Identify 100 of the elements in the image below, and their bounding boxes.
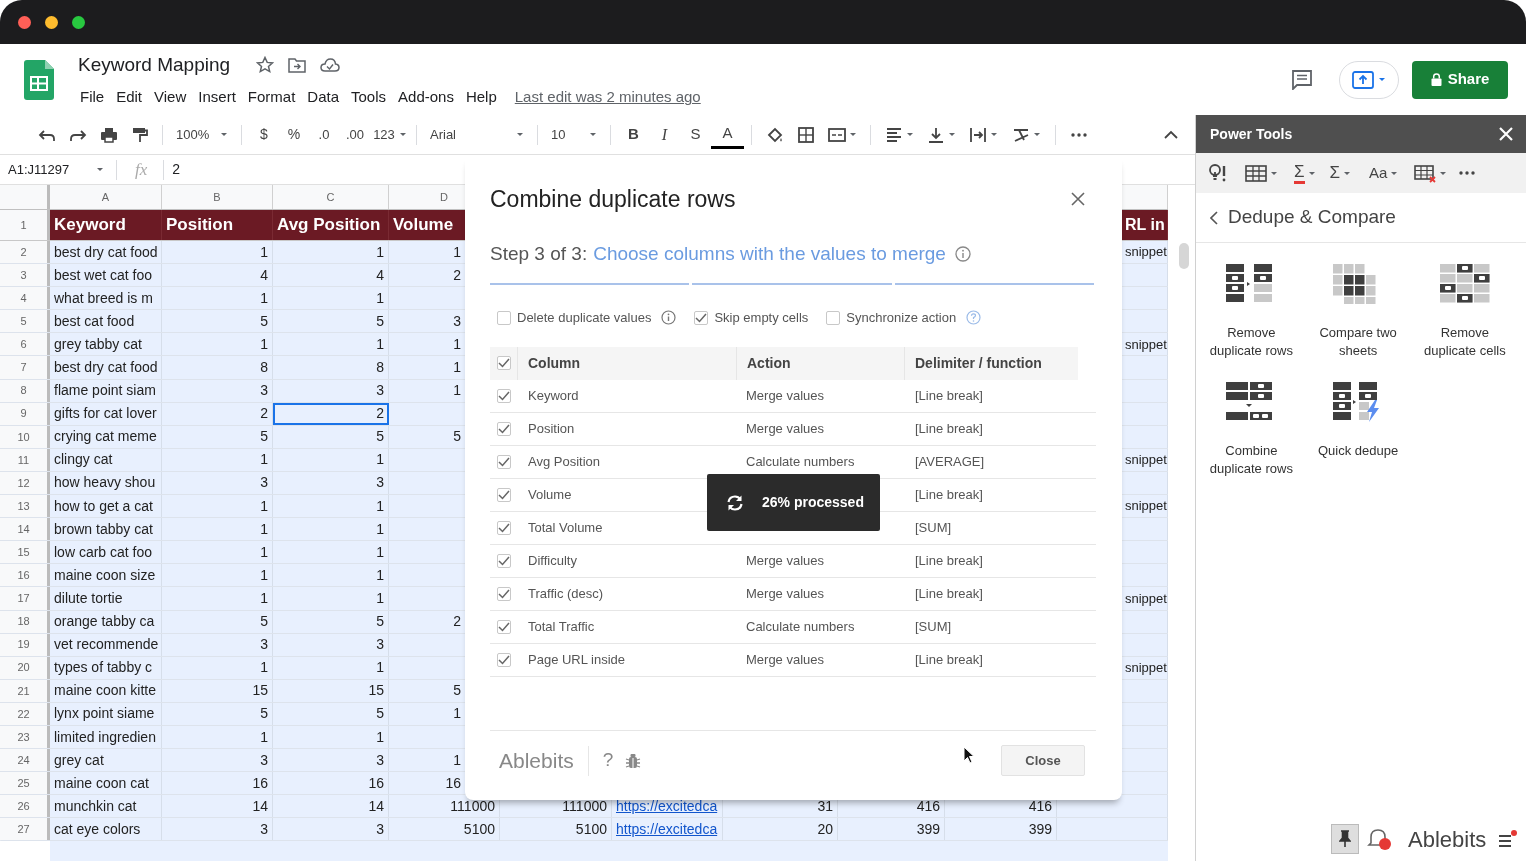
last-edit-link[interactable]: Last edit was 2 minutes ago: [514, 86, 701, 109]
comments-icon[interactable]: [1291, 69, 1313, 90]
strikethrough-button[interactable]: S: [680, 120, 711, 149]
tool-button[interactable]: Quick dedupe: [1304, 382, 1412, 478]
row-header[interactable]: 19: [0, 633, 50, 656]
tool-button[interactable]: Combine duplicate rows: [1198, 382, 1305, 478]
sheets-logo-icon[interactable]: [24, 59, 54, 100]
row-header[interactable]: 20: [0, 656, 50, 679]
menu-item[interactable]: Add-ons: [392, 86, 460, 109]
row-header[interactable]: 1: [0, 210, 50, 240]
checkbox[interactable]: [497, 520, 511, 535]
row-header[interactable]: 27: [0, 818, 50, 841]
window-button[interactable]: [72, 15, 85, 29]
row-header[interactable]: 24: [0, 749, 50, 772]
row-header[interactable]: 8: [0, 379, 50, 402]
row-header[interactable]: 4: [0, 287, 50, 310]
notification-icon[interactable]: [1367, 827, 1393, 851]
menu-button[interactable]: [1498, 829, 1519, 849]
row-header[interactable]: 23: [0, 725, 50, 749]
number-format-select[interactable]: 123: [371, 120, 409, 149]
text-color-button[interactable]: A: [711, 120, 744, 149]
close-button[interactable]: Close: [1001, 745, 1085, 776]
checkbox[interactable]: [497, 310, 511, 325]
increase-decimals-button[interactable]: .00: [339, 120, 371, 149]
row-header[interactable]: 17: [0, 587, 50, 610]
help-button[interactable]: ?: [602, 746, 614, 775]
row-header[interactable]: 26: [0, 795, 50, 818]
row-header[interactable]: 6: [0, 333, 50, 356]
row-header[interactable]: 7: [0, 356, 50, 379]
cells-icon: [1439, 264, 1490, 304]
share-button[interactable]: Share: [1412, 60, 1508, 99]
checkbox[interactable]: [497, 586, 511, 601]
menu-item[interactable]: View: [148, 86, 193, 109]
tool-button[interactable]: Compare two sheets: [1304, 264, 1412, 360]
text-tools-button[interactable]: Aa: [1364, 158, 1404, 188]
row-header[interactable]: 5: [0, 310, 50, 333]
checkbox[interactable]: [497, 652, 511, 667]
menu-item[interactable]: Format: [241, 86, 302, 109]
name-box[interactable]: A1:J11297: [0, 156, 110, 183]
formulas-button[interactable]: Σ: [1324, 158, 1357, 188]
row-header[interactable]: 22: [0, 702, 50, 725]
decrease-decimals-button[interactable]: .0: [309, 120, 339, 149]
window-button[interactable]: [45, 15, 58, 29]
column-header[interactable]: Delimiter / function: [915, 352, 1042, 374]
menu-item[interactable]: Data: [301, 86, 345, 109]
menu-item[interactable]: File: [74, 86, 111, 109]
column-header[interactable]: C: [273, 185, 389, 209]
zoom-select[interactable]: 100%: [170, 120, 234, 149]
checkbox[interactable]: [497, 619, 511, 634]
formula-input[interactable]: 2: [172, 159, 181, 180]
checkbox[interactable]: [497, 454, 511, 469]
column-header[interactable]: B: [162, 185, 273, 209]
font-select[interactable]: Arial: [424, 120, 530, 149]
row-header[interactable]: 15: [0, 541, 50, 564]
menu-item[interactable]: Help: [459, 86, 503, 109]
row-header[interactable]: 18: [0, 610, 50, 633]
link[interactable]: https://excitedca: [616, 795, 718, 817]
checkbox[interactable]: [694, 310, 709, 325]
table-cell-text: best cat food: [54, 311, 135, 331]
pin-button[interactable]: [1331, 824, 1359, 854]
select-all-checkbox[interactable]: [496, 356, 511, 370]
back-button[interactable]: [1210, 209, 1220, 226]
row-header[interactable]: 3: [0, 264, 50, 287]
column-header[interactable]: Column: [528, 352, 581, 374]
row-header[interactable]: 12: [0, 471, 50, 495]
bold-button[interactable]: B: [618, 120, 649, 149]
star-icon[interactable]: [256, 56, 275, 74]
font-size-select[interactable]: 10: [545, 120, 603, 149]
window-button[interactable]: [18, 15, 31, 29]
sum-button[interactable]: Σ: [1289, 158, 1321, 188]
row-header[interactable]: 10: [0, 425, 50, 448]
menu-item[interactable]: Edit: [110, 86, 149, 109]
italic-button[interactable]: I: [649, 120, 680, 149]
row-header[interactable]: 11: [0, 448, 50, 471]
currency-button[interactable]: $: [249, 120, 279, 149]
checkbox[interactable]: [497, 553, 511, 568]
menu-item[interactable]: Tools: [345, 86, 393, 109]
percent-button[interactable]: %: [279, 120, 309, 149]
row-header[interactable]: 14: [0, 518, 50, 541]
row-header[interactable]: 9: [0, 402, 50, 425]
row-header[interactable]: 25: [0, 772, 50, 795]
row-header[interactable]: 21: [0, 679, 50, 702]
checkbox[interactable]: [497, 421, 511, 436]
column-header[interactable]: A: [50, 185, 162, 209]
row-header[interactable]: 13: [0, 495, 50, 518]
checkbox[interactable]: [497, 388, 511, 403]
row-header[interactable]: 2: [0, 241, 50, 264]
folder-icon[interactable]: [288, 57, 307, 73]
row-header[interactable]: 16: [0, 564, 50, 587]
link[interactable]: https://excitedca: [616, 818, 718, 840]
tool-button[interactable]: Remove duplicate cells: [1411, 264, 1519, 360]
checkbox[interactable]: [497, 487, 511, 502]
close-button[interactable]: [1498, 126, 1515, 142]
column-header[interactable]: Action: [747, 352, 791, 374]
checkbox[interactable]: [826, 310, 841, 325]
cloud-icon[interactable]: [320, 57, 341, 73]
menu-item[interactable]: Insert: [192, 86, 242, 109]
scrollbar-thumb[interactable]: [1179, 243, 1189, 269]
document-title[interactable]: Keyword Mapping: [74, 50, 235, 80]
tool-button[interactable]: Remove duplicate rows: [1198, 264, 1305, 360]
